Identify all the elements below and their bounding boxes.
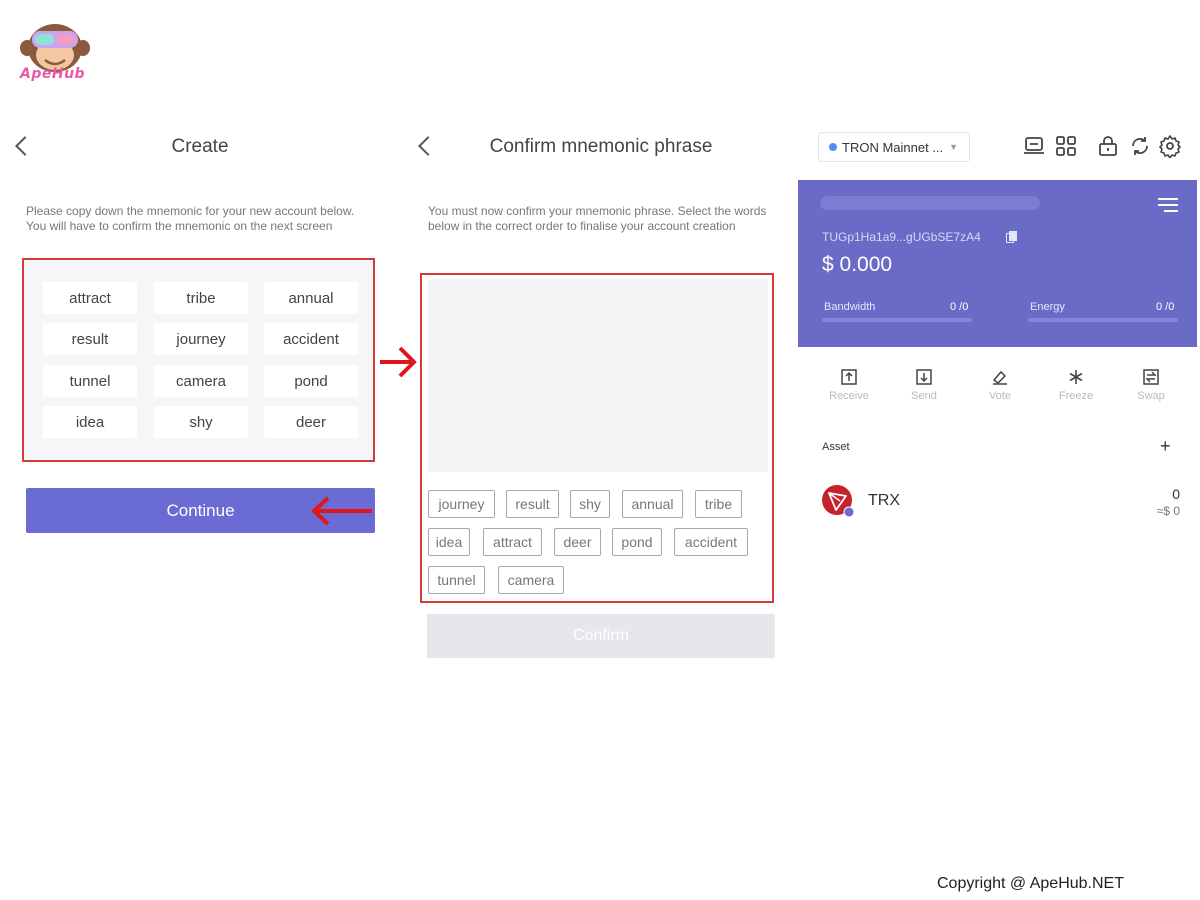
- asset-fiat-value: ≈$ 0: [1156, 504, 1180, 518]
- send-button[interactable]: Send: [894, 362, 954, 410]
- copyright-text: Copyright @ ApeHub.NET: [937, 875, 1124, 892]
- arrow-right-icon: [380, 346, 417, 378]
- energy-value: 0 /0: [1156, 301, 1175, 313]
- mnemonic-word: tribe: [154, 282, 248, 314]
- bandwidth-value: 0 /0: [950, 301, 969, 313]
- swap-label: Swap: [1137, 390, 1165, 402]
- energy-label: Energy: [1030, 301, 1065, 313]
- confirm-description: You must now confirm your mnemonic phras…: [428, 204, 767, 233]
- account-name-blurred: [820, 196, 1040, 210]
- swap-icon: [1143, 369, 1159, 385]
- word-chip[interactable]: camera: [498, 566, 564, 594]
- word-chip[interactable]: tribe: [695, 490, 742, 518]
- add-asset-button[interactable]: +: [1160, 436, 1171, 457]
- word-chip[interactable]: attract: [483, 528, 542, 556]
- snowflake-icon: [1069, 370, 1083, 384]
- send-icon: [916, 369, 932, 385]
- word-chip[interactable]: accident: [674, 528, 748, 556]
- create-description: Please copy down the mnemonic for your n…: [26, 204, 355, 233]
- asset-section-label: Asset: [822, 441, 850, 453]
- wallet-card: TUGp1Ha1a9...gUGbSE7zA4 $ 0.000 Bandwidt…: [798, 180, 1197, 347]
- network-name: TRON Mainnet ...: [842, 139, 944, 155]
- vote-label: Vote: [988, 390, 1012, 402]
- back-chevron-icon[interactable]: [15, 136, 35, 156]
- mnemonic-word: idea: [43, 406, 137, 438]
- network-status-dot: [829, 143, 837, 151]
- bandwidth-label: Bandwidth: [824, 301, 876, 313]
- menu-icon[interactable]: [1158, 198, 1178, 212]
- receive-icon: [841, 369, 857, 385]
- word-chip[interactable]: shy: [570, 490, 610, 518]
- freeze-label: Freeze: [1058, 390, 1094, 402]
- lock-icon[interactable]: [1096, 134, 1120, 158]
- confirm-title: Confirm mnemonic phrase: [489, 136, 713, 157]
- receive-label: Receive: [829, 390, 869, 402]
- receive-button[interactable]: Receive: [819, 362, 879, 410]
- mnemonic-word: camera: [154, 365, 248, 397]
- mnemonic-word: attract: [43, 282, 137, 314]
- mnemonic-word: tunnel: [43, 365, 137, 397]
- freeze-button[interactable]: Freeze: [1046, 362, 1106, 410]
- refresh-icon[interactable]: [1128, 134, 1152, 158]
- swap-button[interactable]: Swap: [1121, 362, 1181, 410]
- word-chip[interactable]: annual: [622, 490, 683, 518]
- scan-device-icon[interactable]: [1022, 134, 1046, 158]
- mnemonic-word: deer: [264, 406, 358, 438]
- gear-icon[interactable]: [1158, 134, 1182, 158]
- network-selector[interactable]: TRON Mainnet ... ▼: [818, 132, 970, 162]
- confirm-button[interactable]: Confirm: [427, 614, 775, 658]
- word-chip[interactable]: journey: [428, 490, 495, 518]
- mnemonic-word: annual: [264, 282, 358, 314]
- energy-bar: [1028, 318, 1178, 322]
- word-chip[interactable]: tunnel: [428, 566, 485, 594]
- send-label: Send: [911, 390, 937, 402]
- mnemonic-word: result: [43, 323, 137, 355]
- logo-text: ApeHub: [20, 66, 86, 82]
- wallet-address: TUGp1Ha1a9...gUGbSE7zA4: [822, 230, 981, 244]
- word-chip[interactable]: pond: [612, 528, 662, 556]
- word-chip[interactable]: deer: [554, 528, 601, 556]
- word-chip[interactable]: result: [506, 490, 559, 518]
- mnemonic-grid: attract tribe annual result journey acci…: [22, 258, 375, 462]
- selected-words-area[interactable]: [428, 279, 768, 472]
- back-chevron-icon[interactable]: [418, 136, 438, 156]
- copy-icon[interactable]: [1006, 231, 1017, 243]
- mnemonic-word: journey: [154, 323, 248, 355]
- asset-symbol[interactable]: TRX: [868, 492, 900, 510]
- bandwidth-bar: [822, 318, 972, 322]
- create-title: Create: [171, 136, 229, 157]
- vote-icon: [992, 370, 1007, 385]
- mnemonic-word: accident: [264, 323, 358, 355]
- mnemonic-word: pond: [264, 365, 358, 397]
- confirm-selection-box: journey result shy annual tribe idea att…: [420, 273, 774, 603]
- chevron-down-icon: ▼: [949, 142, 959, 152]
- vote-button[interactable]: Vote: [970, 362, 1030, 410]
- arrow-left-icon: [311, 496, 372, 526]
- asset-amount: 0: [1172, 486, 1180, 502]
- wallet-balance: $ 0.000: [822, 253, 893, 276]
- mnemonic-word: shy: [154, 406, 248, 438]
- grid-apps-icon[interactable]: [1054, 134, 1078, 158]
- trx-token-icon[interactable]: [821, 484, 855, 518]
- word-chip[interactable]: idea: [428, 528, 470, 556]
